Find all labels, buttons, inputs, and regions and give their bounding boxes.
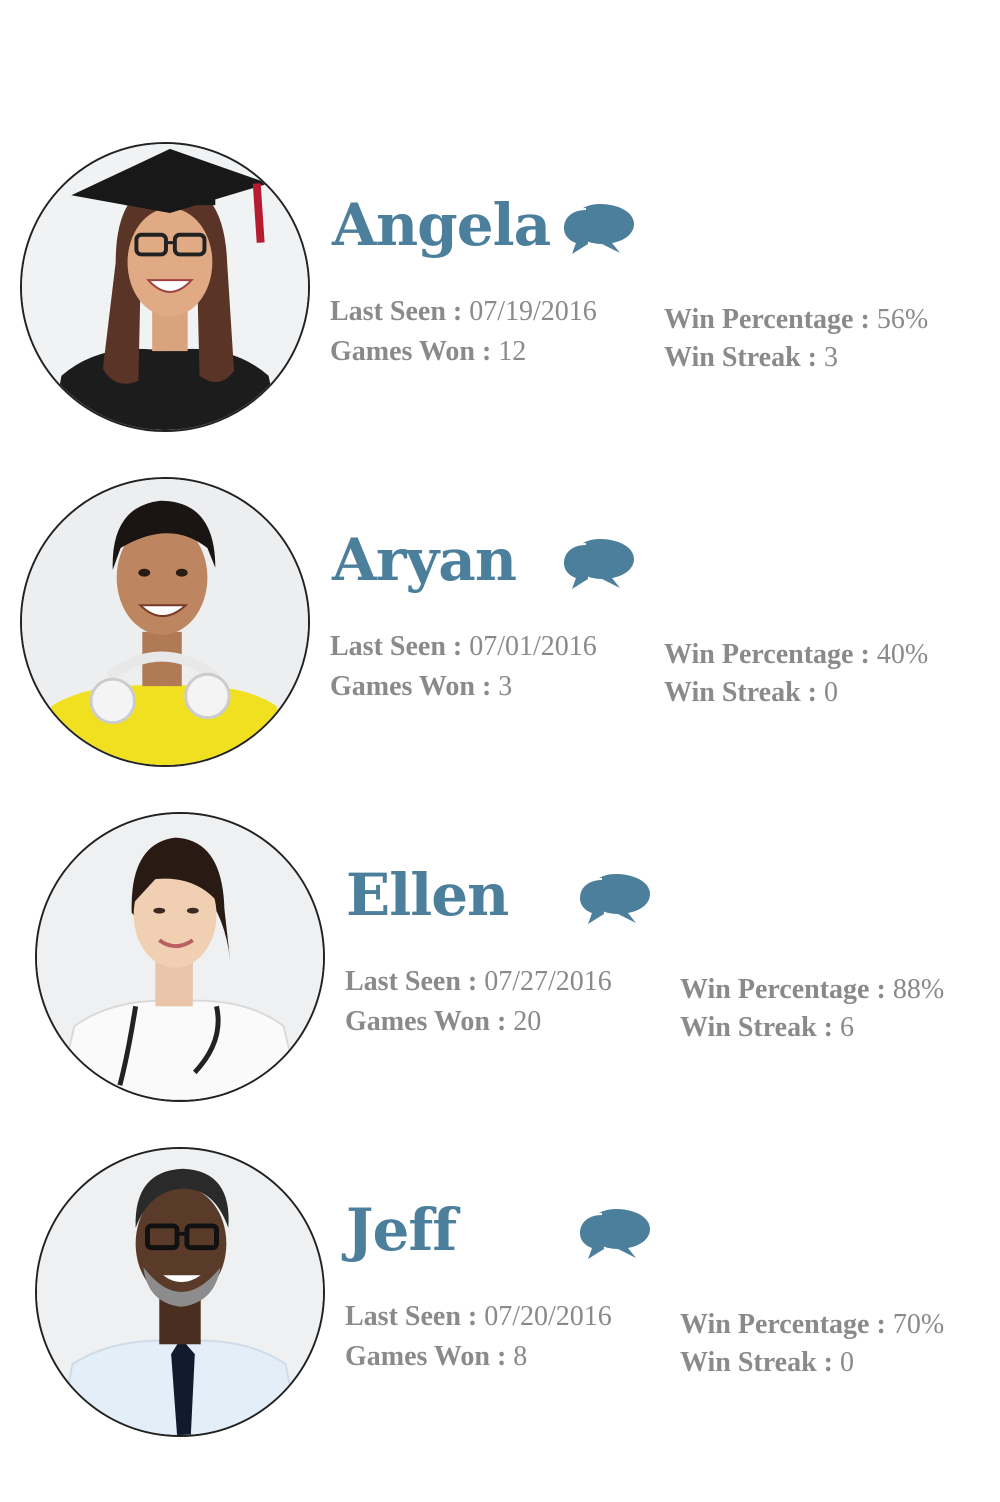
last-seen: Last Seen : 07/01/2016 bbox=[330, 633, 597, 661]
win-streak-label: Win Streak : bbox=[664, 342, 824, 373]
win-streak-label: Win Streak : bbox=[680, 1347, 840, 1378]
win-streak-value: 6 bbox=[840, 1012, 854, 1043]
last-seen: Last Seen : 07/27/2016 bbox=[345, 968, 612, 996]
win-percentage-value: 88% bbox=[892, 974, 945, 1005]
win-streak-value: 0 bbox=[824, 677, 838, 708]
chat-bubbles-icon[interactable] bbox=[560, 533, 638, 591]
businessman-with-glasses-photo bbox=[37, 1149, 323, 1435]
win-streak-label: Win Streak : bbox=[680, 1012, 840, 1043]
win-streak: Win Streak : 0 bbox=[664, 679, 838, 707]
games-won-label: Games Won : bbox=[345, 1341, 514, 1372]
win-streak: Win Streak : 3 bbox=[664, 344, 838, 372]
games-won: Games Won : 3 bbox=[330, 673, 512, 701]
chat-bubbles-icon[interactable] bbox=[576, 1203, 654, 1261]
last-seen-value: 07/01/2016 bbox=[469, 631, 597, 662]
games-won-label: Games Won : bbox=[330, 336, 499, 367]
win-percentage: Win Percentage : 56% bbox=[664, 306, 928, 334]
last-seen: Last Seen : 07/19/2016 bbox=[330, 298, 597, 326]
last-seen-label: Last Seen : bbox=[345, 1301, 485, 1332]
player-name: Angela bbox=[332, 191, 551, 259]
avatar[interactable] bbox=[35, 812, 325, 1102]
win-percentage-value: 70% bbox=[892, 1309, 945, 1340]
win-streak-value: 3 bbox=[824, 342, 838, 373]
avatar[interactable] bbox=[20, 142, 310, 432]
player-name: Aryan bbox=[332, 526, 517, 594]
games-won-value: 8 bbox=[513, 1341, 528, 1372]
win-streak-label: Win Streak : bbox=[664, 677, 824, 708]
games-won-value: 12 bbox=[498, 336, 527, 367]
win-percentage-label: Win Percentage : bbox=[680, 1309, 893, 1340]
player-card-ellen[interactable]: Ellen Last Seen : 07/27/2016 Games Won :… bbox=[0, 810, 1000, 1110]
win-percentage-label: Win Percentage : bbox=[664, 639, 877, 670]
avatar[interactable] bbox=[20, 477, 310, 767]
win-percentage: Win Percentage : 70% bbox=[680, 1311, 944, 1339]
win-percentage: Win Percentage : 40% bbox=[664, 641, 928, 669]
win-percentage-label: Win Percentage : bbox=[664, 304, 877, 335]
last-seen-value: 07/19/2016 bbox=[469, 296, 597, 327]
student-with-headphones-photo bbox=[22, 479, 308, 765]
games-won-value: 3 bbox=[498, 671, 513, 702]
win-percentage-value: 56% bbox=[876, 304, 929, 335]
player-name: Jeff bbox=[346, 1196, 457, 1264]
win-percentage-value: 40% bbox=[876, 639, 929, 670]
player-name: Ellen bbox=[346, 861, 509, 929]
last-seen-value: 07/20/2016 bbox=[484, 1301, 612, 1332]
player-card-jeff[interactable]: Jeff Last Seen : 07/20/2016 Games Won : … bbox=[0, 1145, 1000, 1445]
win-streak-value: 0 bbox=[840, 1347, 854, 1378]
avatar[interactable] bbox=[35, 1147, 325, 1437]
last-seen-label: Last Seen : bbox=[330, 296, 470, 327]
player-card-aryan[interactable]: Aryan Last Seen : 07/01/2016 Games Won :… bbox=[0, 475, 1000, 775]
last-seen: Last Seen : 07/20/2016 bbox=[345, 1303, 612, 1331]
doctor-photo bbox=[37, 814, 323, 1100]
chat-bubbles-icon[interactable] bbox=[560, 198, 638, 256]
graduate-photo bbox=[22, 144, 308, 430]
win-percentage: Win Percentage : 88% bbox=[680, 976, 944, 1004]
chat-bubbles-icon[interactable] bbox=[576, 868, 654, 926]
games-won: Games Won : 20 bbox=[345, 1008, 541, 1036]
win-streak: Win Streak : 6 bbox=[680, 1014, 854, 1042]
win-percentage-label: Win Percentage : bbox=[680, 974, 893, 1005]
games-won: Games Won : 12 bbox=[330, 338, 526, 366]
games-won: Games Won : 8 bbox=[345, 1343, 527, 1371]
last-seen-label: Last Seen : bbox=[330, 631, 470, 662]
player-card-angela[interactable]: Angela Last Seen : 07/19/2016 Games Won … bbox=[0, 140, 1000, 440]
games-won-value: 20 bbox=[513, 1006, 542, 1037]
games-won-label: Games Won : bbox=[330, 671, 499, 702]
last-seen-value: 07/27/2016 bbox=[484, 966, 612, 997]
last-seen-label: Last Seen : bbox=[345, 966, 485, 997]
games-won-label: Games Won : bbox=[345, 1006, 514, 1037]
win-streak: Win Streak : 0 bbox=[680, 1349, 854, 1377]
